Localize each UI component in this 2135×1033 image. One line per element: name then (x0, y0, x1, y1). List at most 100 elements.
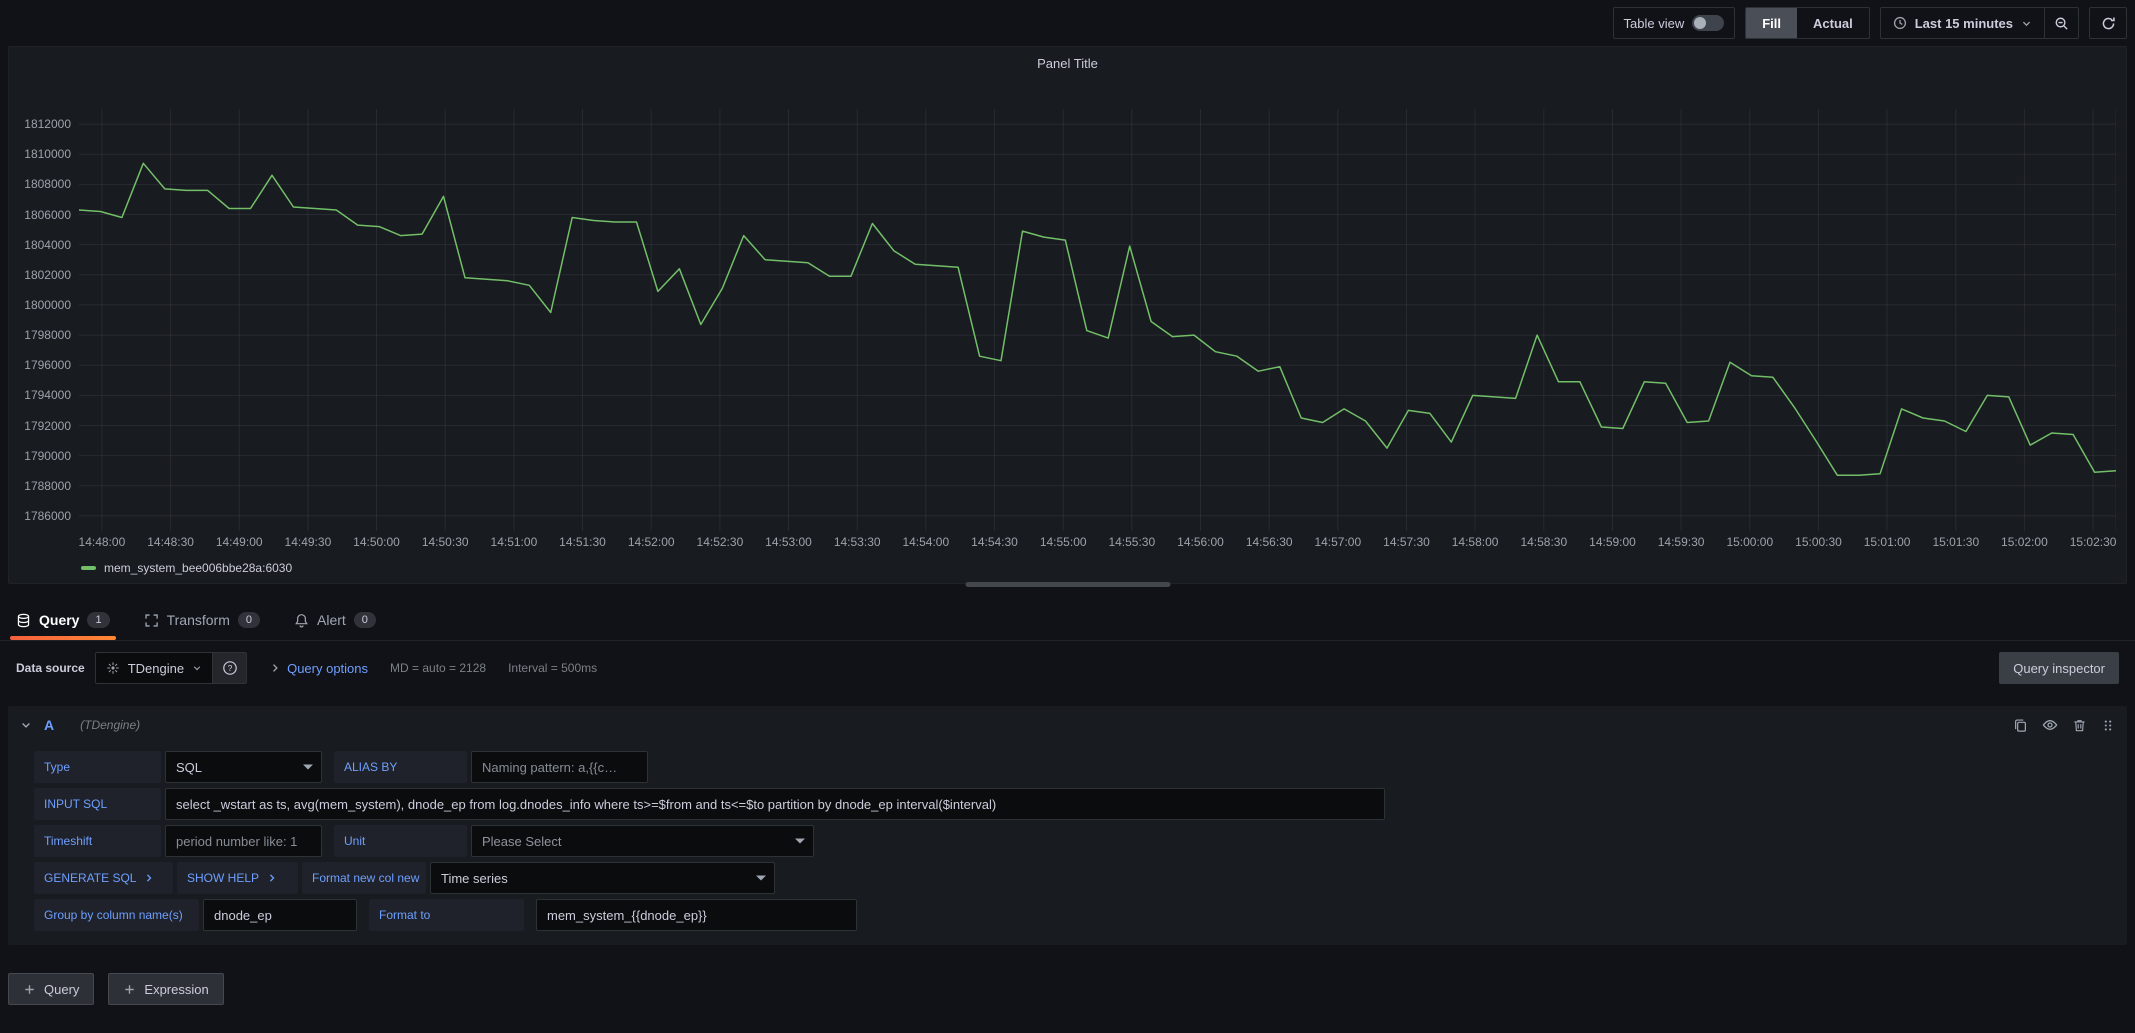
input-sql-input[interactable] (165, 788, 1385, 820)
unit-select-placeholder: Please Select (482, 834, 562, 849)
legend: mem_system_bee006bbe28a:6030 (81, 561, 292, 575)
panel-resize-handle[interactable] (965, 582, 1170, 587)
y-axis-tick-label: 1800000 (24, 298, 71, 312)
y-axis-tick-label: 1790000 (24, 449, 71, 463)
delete-query-trash-icon[interactable] (2072, 718, 2087, 733)
unit-select[interactable]: Please Select (471, 825, 814, 857)
tab-alert-count: 0 (354, 612, 376, 628)
duplicate-query-icon[interactable] (2013, 718, 2028, 733)
timeshift-input[interactable] (165, 825, 322, 857)
table-view-toggle[interactable] (1692, 15, 1724, 31)
x-axis-tick-label: 15:02:30 (2070, 535, 2117, 549)
x-axis-tick-label: 14:51:30 (559, 535, 606, 549)
format-select-value: Time series (441, 871, 508, 886)
clock-icon (1893, 16, 1907, 30)
show-help-button[interactable]: SHOW HELP (177, 862, 298, 894)
tab-query-count: 1 (87, 612, 109, 628)
active-tab-underline (10, 636, 116, 640)
refresh-button[interactable] (2090, 8, 2126, 38)
time-range-label: Last 15 minutes (1915, 16, 2013, 31)
unit-label: Unit (334, 825, 467, 857)
datasource-label: Data source (16, 661, 85, 675)
type-label: Type (34, 751, 161, 783)
x-axis: 14:48:0014:48:3014:49:0014:49:3014:50:00… (79, 535, 2116, 549)
x-axis-tick-label: 14:58:30 (1520, 535, 1567, 549)
tab-alert[interactable]: Alert 0 (294, 600, 376, 640)
x-axis-tick-label: 14:59:00 (1589, 535, 1636, 549)
x-axis-tick-label: 15:01:30 (1932, 535, 1979, 549)
collapse-query-chevron-icon[interactable] (20, 719, 32, 731)
x-axis-tick-label: 14:59:30 (1658, 535, 1705, 549)
y-axis-tick-label: 1804000 (24, 238, 71, 252)
bell-icon (294, 613, 309, 628)
tab-transform[interactable]: Transform 0 (144, 600, 260, 640)
toggle-visibility-eye-icon[interactable] (2042, 717, 2058, 733)
database-icon (16, 613, 31, 628)
chevron-down-icon (2021, 18, 2032, 29)
y-axis-tick-label: 1788000 (24, 479, 71, 493)
y-axis-tick-label: 1798000 (24, 328, 71, 342)
x-axis-tick-label: 15:00:30 (1795, 535, 1842, 549)
fill-button[interactable]: Fill (1746, 8, 1797, 38)
form-row-type: Type SQL ALIAS BY (34, 751, 2115, 783)
editor-tabs: Query 1 Transform 0 Alert 0 (0, 600, 2135, 641)
zoom-out-icon (2054, 16, 2069, 31)
time-controls: Last 15 minutes (1880, 7, 2079, 39)
interval-text: Interval = 500ms (508, 661, 597, 675)
format-select[interactable]: Time series (430, 862, 775, 894)
toggle-knob (1694, 17, 1706, 29)
datasource-help-button[interactable]: ? (213, 652, 247, 684)
x-axis-tick-label: 14:56:30 (1246, 535, 1293, 549)
plus-icon (123, 983, 136, 996)
x-axis-tick-label: 14:53:00 (765, 535, 812, 549)
y-axis-tick-label: 1802000 (24, 268, 71, 282)
series-color-marker (81, 566, 96, 570)
add-expression-button[interactable]: Expression (108, 973, 223, 1005)
actual-button[interactable]: Actual (1797, 8, 1869, 38)
editor-footer: Query Expression (8, 973, 2127, 1005)
form-row-timeshift-unit: Timeshift Unit Please Select (34, 825, 2115, 857)
x-axis-tick-label: 14:56:00 (1177, 535, 1224, 549)
x-axis-tick-label: 14:53:30 (834, 535, 881, 549)
form-row-generate-format: GENERATE SQL SHOW HELP Format new col ne… (34, 862, 2115, 894)
x-axis-tick-label: 14:52:30 (697, 535, 744, 549)
x-axis-tick-label: 15:00:00 (1726, 535, 1773, 549)
zoom-out-button[interactable] (2044, 8, 2078, 38)
drag-handle-icon[interactable] (2101, 718, 2115, 733)
group-by-label: Group by column name(s) (34, 899, 199, 931)
datasource-bar: Data source TDengine ? Query options MD … (0, 650, 2135, 686)
query-options-toggle[interactable]: Query options (269, 661, 368, 676)
chart-plot-area[interactable] (79, 109, 2116, 531)
x-axis-tick-label: 14:57:00 (1314, 535, 1361, 549)
x-axis-tick-label: 14:54:00 (902, 535, 949, 549)
query-options-label: Query options (287, 661, 368, 676)
query-ref-id[interactable]: A (44, 717, 54, 733)
x-axis-tick-label: 15:01:00 (1864, 535, 1911, 549)
alias-by-label: ALIAS BY (334, 751, 467, 783)
table-view-control: Table view (1613, 7, 1736, 39)
help-circle-icon: ? (222, 660, 238, 676)
add-query-button[interactable]: Query (8, 973, 94, 1005)
x-axis-tick-label: 14:50:00 (353, 535, 400, 549)
generate-sql-button[interactable]: GENERATE SQL (34, 862, 173, 894)
select-caret-icon (756, 876, 766, 881)
group-by-input[interactable] (203, 899, 357, 931)
y-axis-tick-label: 1796000 (24, 358, 71, 372)
form-row-group-by: Group by column name(s) Format to (34, 899, 2115, 931)
format-to-input[interactable] (536, 899, 857, 931)
query-datasource-hint: (TDengine) (80, 718, 140, 732)
timeseries-panel: Panel Title 1812000181000018080001806000… (8, 46, 2127, 584)
query-editor-card: A (TDengine) Type SQL ALIAS (8, 706, 2127, 945)
tab-query[interactable]: Query 1 (16, 600, 110, 640)
datasource-picker[interactable]: TDengine (95, 652, 213, 684)
table-view-label: Table view (1624, 16, 1685, 31)
alias-by-input[interactable] (471, 751, 648, 783)
panel-title[interactable]: Panel Title (9, 47, 2126, 71)
transform-icon (144, 613, 159, 628)
type-select[interactable]: SQL (165, 751, 322, 783)
time-range-picker[interactable]: Last 15 minutes (1881, 8, 2044, 38)
legend-series-label[interactable]: mem_system_bee006bbe28a:6030 (104, 561, 292, 575)
angle-right-icon (267, 873, 277, 883)
x-axis-tick-label: 14:58:00 (1452, 535, 1499, 549)
query-inspector-button[interactable]: Query inspector (1999, 652, 2119, 684)
